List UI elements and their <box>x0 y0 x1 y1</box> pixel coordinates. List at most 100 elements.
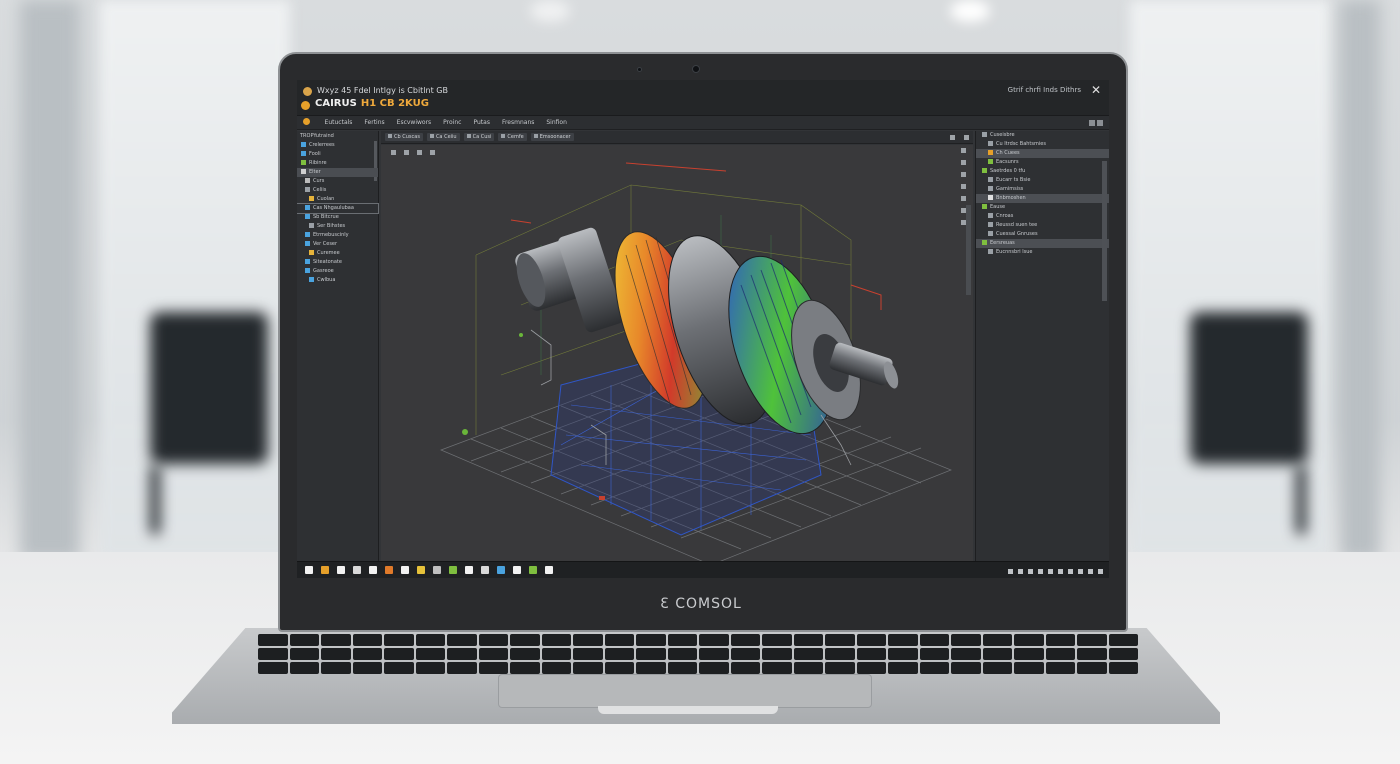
taskbar-app-icon[interactable] <box>321 566 329 574</box>
menu-options[interactable] <box>1087 119 1103 127</box>
menu-item[interactable]: Putas <box>473 116 489 130</box>
graphics-viewport[interactable] <box>381 145 973 561</box>
menu-item[interactable]: Proinc <box>443 116 461 130</box>
tree-item[interactable]: Elter <box>297 168 378 177</box>
menu-item[interactable]: Fertins <box>364 116 384 130</box>
toolbar-button[interactable]: Ca Ceiiu <box>426 133 460 141</box>
settings-scrollbar[interactable] <box>1102 161 1107 301</box>
tray-icon[interactable] <box>1058 569 1063 574</box>
taskbar-app-icon[interactable] <box>417 566 425 574</box>
settings-item[interactable]: Saetrdes 0 tfu <box>976 167 1109 176</box>
tree-item[interactable]: Ver Ceser <box>297 240 378 249</box>
toolbar-button-label: Ca Ceiiu <box>435 134 457 140</box>
tree-item[interactable]: Crelerrees <box>297 141 378 150</box>
taskbar-app-icon[interactable] <box>433 566 441 574</box>
tree-item[interactable]: Gasreoe <box>297 267 378 276</box>
tree-item-label: Cuolan <box>317 196 335 202</box>
taskbar-app-icon[interactable] <box>337 566 345 574</box>
settings-item[interactable]: Eacsunrs <box>976 158 1109 167</box>
3d-motor-model[interactable] <box>381 145 973 561</box>
settings-item[interactable]: Cnroas <box>976 212 1109 221</box>
taskbar-app-icon[interactable] <box>385 566 393 574</box>
tray-icon[interactable] <box>1038 569 1043 574</box>
settings-item[interactable]: Eersreuas <box>976 239 1109 248</box>
tree-item-label: Gasreoe <box>313 268 334 274</box>
taskbar-app-icon[interactable] <box>545 566 553 574</box>
menu-item[interactable]: Sinfion <box>546 116 567 130</box>
pin-icon[interactable] <box>950 135 956 140</box>
taskbar-app-icon[interactable] <box>481 566 489 574</box>
tree-item[interactable]: Sb Bitcrue <box>297 213 378 222</box>
tree-item[interactable]: Celiis <box>297 186 378 195</box>
keyboard-key <box>1045 662 1075 674</box>
toolbar-button[interactable]: Emsoonacer <box>530 133 574 141</box>
tree-item[interactable]: Curs <box>297 177 378 186</box>
settings-item[interactable]: Eucarr ts Bsie <box>976 176 1109 185</box>
tray-icon[interactable] <box>1048 569 1053 574</box>
tray-icon[interactable] <box>1018 569 1023 574</box>
home-icon[interactable] <box>303 118 310 125</box>
model-tree-header: TROPYutraind <box>300 133 334 139</box>
tray-icon[interactable] <box>1008 569 1013 574</box>
keyboard-key <box>699 634 729 646</box>
tree-item[interactable]: Siteatonate <box>297 258 378 267</box>
taskbar-app-icon[interactable] <box>465 566 473 574</box>
taskbar-app-icon[interactable] <box>353 566 361 574</box>
tree-item[interactable]: Etrmebuscinly <box>297 231 378 240</box>
toolbar-button[interactable]: Cemfe <box>498 133 527 141</box>
settings-item[interactable]: Reussd suen tee <box>976 221 1109 230</box>
app-home-icon[interactable] <box>301 101 310 110</box>
help-icon[interactable] <box>1097 120 1103 126</box>
node-icon <box>309 223 314 228</box>
settings-item[interactable]: Eause <box>976 203 1109 212</box>
settings-icon[interactable] <box>1089 120 1095 126</box>
keyboard-key <box>415 634 445 646</box>
tree-item[interactable]: Fooli <box>297 150 378 159</box>
taskbar-app-icon[interactable] <box>449 566 457 574</box>
tray-icon[interactable] <box>1078 569 1083 574</box>
settings-item[interactable]: Cu Itrdsc Bahtsmies <box>976 140 1109 149</box>
tree-item[interactable]: Cas Nhgaulubaa <box>297 203 379 214</box>
taskbar-app-icon[interactable] <box>529 566 537 574</box>
keyboard-key <box>258 648 288 660</box>
tray-icon[interactable] <box>1098 569 1103 574</box>
settings-item[interactable]: Eucnnsbri lsue <box>976 248 1109 257</box>
toolbar-button[interactable]: Ca Cusi <box>463 133 495 141</box>
keyboard-key <box>667 648 697 660</box>
taskbar-app-icon[interactable] <box>497 566 505 574</box>
laptop-front-lip <box>598 706 778 714</box>
keyboard-key <box>919 662 949 674</box>
tree-item-label: Sb Bitcrue <box>313 214 339 220</box>
tree-item[interactable]: Cuolan <box>297 195 378 204</box>
tray-icon[interactable] <box>1088 569 1093 574</box>
close-icon[interactable]: ✕ <box>1091 83 1101 97</box>
tree-item[interactable]: Cwlbua <box>297 276 378 285</box>
taskbar-app-icon[interactable] <box>305 566 313 574</box>
settings-item-label: Cuessal Gnruses <box>996 231 1038 237</box>
trackpad[interactable] <box>498 674 872 708</box>
menu-item[interactable]: Fresmnans <box>502 116 534 130</box>
keyboard-key <box>951 634 981 646</box>
taskbar-app-icon[interactable] <box>513 566 521 574</box>
settings-item[interactable]: Cuseisbre <box>976 131 1109 140</box>
settings-item-label: Eucarr ts Bsie <box>996 177 1031 183</box>
tray-icon[interactable] <box>1068 569 1073 574</box>
settings-item-label: Eucnnsbri lsue <box>996 249 1033 255</box>
toolbar-button[interactable]: Cb Cuscas <box>385 133 423 141</box>
window-controls[interactable]: Gtrif chrfi Inds Dithrs <box>1008 86 1081 94</box>
keyboard <box>258 634 1138 674</box>
tree-item[interactable]: Ribinre <box>297 159 378 168</box>
settings-item[interactable]: Ch Cuees <box>976 149 1109 158</box>
tray-icon[interactable] <box>1028 569 1033 574</box>
tree-item[interactable]: Curemee <box>297 249 378 258</box>
settings-item[interactable]: Bnbmoshen <box>976 194 1109 203</box>
menu-item[interactable]: Eutuctals <box>325 116 353 130</box>
taskbar-app-icon[interactable] <box>369 566 377 574</box>
menu-item[interactable]: Escvwiwors <box>397 116 432 130</box>
taskbar-app-icon[interactable] <box>401 566 409 574</box>
tree-item[interactable]: Ser Bihstes <box>297 222 378 231</box>
node-icon <box>309 196 314 201</box>
settings-item[interactable]: Gamimsiss <box>976 185 1109 194</box>
close-icon[interactable] <box>964 135 969 140</box>
settings-item[interactable]: Cuessal Gnruses <box>976 230 1109 239</box>
